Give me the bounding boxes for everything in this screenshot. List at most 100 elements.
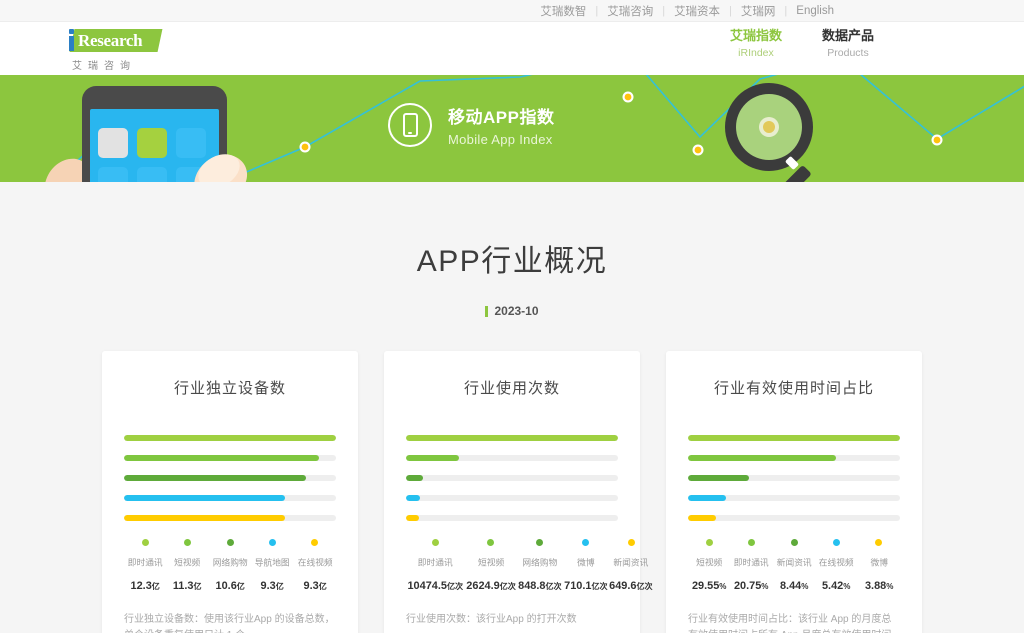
legend-value: 9.3亿 bbox=[260, 580, 285, 592]
legend-item: 短视频 29.55% bbox=[688, 539, 730, 592]
top-utility-links: 艾瑞数智 | 艾瑞咨询 | 艾瑞资本 | 艾瑞网 | English bbox=[540, 3, 834, 19]
logo-i-stem bbox=[69, 36, 74, 51]
legend-label: 微博 bbox=[576, 558, 595, 569]
date-tick-marker bbox=[485, 305, 489, 317]
card-title: 行业使用次数 bbox=[463, 380, 560, 397]
magnifier-illustration bbox=[725, 83, 813, 182]
main-nav: 艾瑞指数 iRIndex 数据产品 Products bbox=[730, 28, 874, 60]
legend-label: 导航地图 bbox=[254, 558, 290, 569]
bar-track bbox=[406, 515, 618, 521]
legend-value-unit: 亿 bbox=[275, 581, 285, 591]
banner-title-cn: 移动APP指数 bbox=[448, 108, 555, 127]
legend-item: 即时通讯 10474.5亿次 bbox=[406, 539, 465, 592]
legend-value-unit: % bbox=[761, 581, 769, 591]
bar-fill bbox=[688, 455, 837, 461]
logo-mark: Research bbox=[58, 28, 163, 54]
legend-dot bbox=[141, 539, 149, 546]
nav-label-cn: 数据产品 bbox=[821, 28, 874, 43]
legend-value: 848.8亿次 bbox=[517, 580, 562, 592]
topbar-separator: | bbox=[729, 4, 732, 17]
mobile-app-icon bbox=[388, 103, 432, 147]
nav-item-products[interactable]: 数据产品 Products bbox=[822, 28, 874, 60]
topbar-separator: | bbox=[784, 4, 788, 17]
card-legend: 即时通讯 12.3亿 短视频 11.3亿 网络购物 10.6亿 导航地图 9.3亿 在线视频 9.… bbox=[124, 539, 336, 592]
legend-label: 短视频 bbox=[477, 558, 504, 569]
legend-dot bbox=[875, 539, 883, 546]
bar-track bbox=[406, 495, 618, 501]
legend-value: 3.88% bbox=[864, 580, 894, 592]
bar-fill bbox=[124, 435, 336, 441]
topbar-link-3[interactable]: 艾瑞网 bbox=[741, 3, 776, 19]
page-content: APP行业概况 2023-10 行业独立设备数 即时通讯 12.3亿 短视频 11.3亿… bbox=[0, 182, 1024, 633]
card-title: 行业独立设备数 bbox=[173, 380, 286, 397]
legend-value-unit: 亿次 bbox=[636, 581, 654, 591]
legend-label: 即时通讯 bbox=[417, 558, 453, 569]
legend-dot bbox=[705, 539, 713, 546]
legend-item: 微博 3.88% bbox=[858, 539, 900, 592]
topbar-separator: | bbox=[595, 4, 599, 17]
legend-item: 短视频 2624.9亿次 bbox=[465, 539, 517, 592]
bar-chart bbox=[406, 435, 618, 521]
nav-label-cn: 艾瑞指数 bbox=[729, 28, 782, 43]
legend-value: 10474.5亿次 bbox=[407, 580, 464, 592]
iresearch-logo[interactable]: Research 艾瑞咨询 bbox=[58, 28, 168, 72]
topbar-link-2[interactable]: 艾瑞资本 bbox=[674, 3, 720, 19]
bar-fill bbox=[124, 495, 286, 501]
legend-value: 29.55% bbox=[691, 580, 727, 592]
metric-card: 行业有效使用时间占比 短视频 29.55% 即时通讯 20.75% 新闻资讯 8.44% 在线… bbox=[666, 351, 922, 633]
bar-fill bbox=[406, 515, 420, 521]
legend-dot bbox=[184, 539, 192, 546]
bar-track bbox=[124, 435, 336, 441]
bar-track bbox=[124, 475, 336, 481]
legend-value-unit: 亿 bbox=[236, 581, 245, 591]
card-note: 行业独立设备数：使用该行业App 的设备总数，单个设备重复使用只计 1 个 bbox=[124, 614, 335, 633]
bar-fill bbox=[124, 515, 286, 521]
legend-label: 微博 bbox=[870, 558, 888, 569]
legend-item: 网络购物 10.6亿 bbox=[209, 539, 251, 592]
legend-label: 在线视频 bbox=[818, 558, 854, 569]
legend-dot bbox=[832, 539, 840, 546]
topbar-link-1[interactable]: 艾瑞咨询 bbox=[607, 3, 653, 19]
banner-title-en: Mobile App Index bbox=[448, 132, 553, 147]
topbar-separator: | bbox=[662, 4, 666, 17]
legend-value-unit: % bbox=[885, 581, 894, 591]
legend-label: 短视频 bbox=[174, 558, 201, 569]
legend-value-unit: 亿 bbox=[318, 581, 327, 591]
bar-fill bbox=[688, 435, 900, 441]
legend-dot bbox=[627, 539, 635, 546]
banner-title-block: 移动APP指数 Mobile App Index bbox=[388, 103, 554, 147]
legend-item: 在线视频 5.42% bbox=[815, 539, 857, 592]
legend-dot bbox=[536, 539, 544, 546]
topbar-link-0[interactable]: 艾瑞数智 bbox=[540, 3, 586, 19]
legend-label: 在线视频 bbox=[297, 558, 333, 569]
metric-card: 行业独立设备数 即时通讯 12.3亿 短视频 11.3亿 网络购物 10.6亿 导航地图 9.3… bbox=[102, 351, 358, 633]
bar-track bbox=[688, 495, 900, 501]
legend-value: 11.3亿 bbox=[173, 580, 202, 592]
legend-label: 新闻资讯 bbox=[776, 558, 812, 569]
topbar-link-4[interactable]: English bbox=[796, 5, 834, 17]
legend-label: 即时通讯 bbox=[734, 558, 770, 569]
legend-item: 短视频 11.3亿 bbox=[166, 539, 208, 592]
hero-banner: 移动APP指数 Mobile App Index bbox=[0, 75, 1024, 182]
legend-value: 10.6亿 bbox=[215, 580, 245, 592]
nav-label-en: iRIndex bbox=[738, 47, 774, 60]
nav-item-irindex[interactable]: 艾瑞指数 iRIndex bbox=[730, 28, 782, 60]
legend-label: 网络购物 bbox=[522, 558, 558, 569]
legend-value: 9.3亿 bbox=[303, 580, 327, 592]
card-note: 行业有效使用时间占比：该行业 App 的月度总有效使用时间占所有 App 月度总… bbox=[688, 614, 892, 633]
bar-fill bbox=[124, 475, 307, 481]
bar-track bbox=[406, 435, 618, 441]
legend-item: 新闻资讯 8.44% bbox=[773, 539, 815, 592]
legend-dot bbox=[487, 539, 495, 546]
bar-track bbox=[406, 455, 618, 461]
bar-fill bbox=[124, 455, 320, 461]
legend-item: 新闻资讯 649.6亿次 bbox=[608, 539, 654, 592]
legend-label: 网络购物 bbox=[212, 558, 248, 569]
legend-dot bbox=[790, 539, 798, 546]
bar-fill bbox=[688, 495, 727, 501]
bar-track bbox=[124, 495, 336, 501]
legend-value: 20.75% bbox=[734, 580, 769, 592]
bar-track bbox=[124, 455, 336, 461]
bar-chart bbox=[688, 435, 900, 521]
metric-cards: 行业独立设备数 即时通讯 12.3亿 短视频 11.3亿 网络购物 10.6亿 导航地图 9.3… bbox=[0, 351, 1024, 633]
